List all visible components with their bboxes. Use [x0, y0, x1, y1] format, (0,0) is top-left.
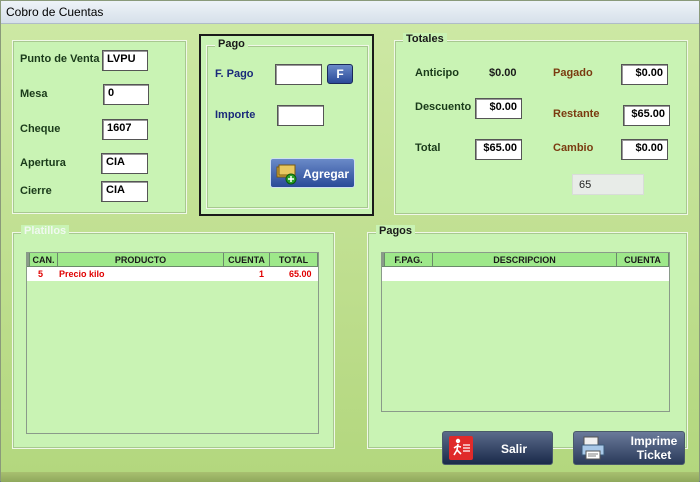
descuento-field[interactable]: $0.00: [475, 98, 522, 119]
table-row[interactable]: 5 Precio kilo 1 65.00: [27, 267, 318, 281]
mesa-field[interactable]: 0: [103, 84, 149, 105]
pagos-grid-empty-area: [382, 281, 669, 411]
restante-label: Restante: [553, 108, 600, 120]
platillos-grid: CAN. PRODUCTO CUENTA TOTAL 5 Precio kilo…: [26, 252, 319, 434]
importe-label: Importe: [215, 109, 256, 121]
imprime-ticket-button[interactable]: Imprime Ticket: [573, 431, 685, 465]
salir-button[interactable]: Salir: [442, 431, 553, 465]
agregar-label: Agregar: [303, 167, 350, 181]
extra-total-display: 65: [572, 174, 644, 195]
col-cuenta[interactable]: CUENTA: [617, 253, 669, 267]
col-fpag[interactable]: F.PAG.: [385, 253, 433, 267]
pagado-label: Pagado: [553, 67, 593, 79]
pago-title: Pago: [215, 38, 248, 50]
info-panel: Punto de Venta LVPU Mesa 0 Cheque 1607 A…: [12, 40, 187, 214]
pagos-panel: Pagos F.PAG. DESCRIPCION CUENTA: [367, 225, 688, 449]
title-bar[interactable]: Cobro de Cuentas: [1, 1, 699, 24]
col-total[interactable]: TOTAL: [270, 253, 318, 267]
printer-icon: [580, 435, 606, 464]
row-total: 65.00: [289, 269, 312, 279]
f-pago-button[interactable]: F: [327, 64, 353, 84]
row-producto: Precio kilo: [59, 269, 105, 279]
col-can[interactable]: CAN.: [30, 253, 58, 267]
cambio-field[interactable]: $0.00: [621, 139, 668, 160]
col-cuenta[interactable]: CUENTA: [224, 253, 270, 267]
f-pago-label: F. Pago: [215, 68, 254, 80]
pagos-empty-row[interactable]: [382, 267, 669, 281]
totales-title: Totales: [403, 33, 447, 45]
pagos-grid: F.PAG. DESCRIPCION CUENTA: [381, 252, 670, 412]
punto-venta-label: Punto de Venta: [20, 53, 100, 65]
pagado-field[interactable]: $0.00: [621, 64, 668, 85]
platillos-grid-empty-area: [27, 281, 318, 433]
cambio-label: Cambio: [553, 142, 594, 154]
col-producto[interactable]: PRODUCTO: [58, 253, 224, 267]
row-cuenta: 1: [259, 269, 265, 279]
totales-panel: Totales Anticipo $0.00 Descuento $0.00 T…: [394, 33, 688, 215]
cheque-label: Cheque: [20, 123, 61, 135]
window-title: Cobro de Cuentas: [6, 5, 104, 19]
f-pago-field[interactable]: [275, 64, 322, 85]
pagos-title: Pagos: [376, 225, 416, 237]
restante-field[interactable]: $65.00: [623, 105, 670, 126]
total-field[interactable]: $65.00: [475, 139, 522, 160]
total-label: Total: [415, 142, 441, 154]
money-add-icon: [276, 164, 297, 185]
col-descripcion[interactable]: DESCRIPCION: [433, 253, 617, 267]
exit-icon: [449, 436, 473, 460]
cierre-label: Cierre: [20, 185, 52, 197]
cierre-field[interactable]: CIA: [101, 181, 148, 202]
cobro-window: Cobro de Cuentas Punto de Venta LVPU Mes…: [0, 0, 700, 482]
client-area: Punto de Venta LVPU Mesa 0 Cheque 1607 A…: [1, 24, 699, 473]
punto-venta-field[interactable]: LVPU: [102, 50, 148, 71]
cheque-field[interactable]: 1607: [102, 119, 148, 140]
apertura-field[interactable]: CIA: [101, 153, 148, 174]
row-can: 5: [38, 269, 44, 279]
mesa-label: Mesa: [20, 88, 48, 100]
importe-field[interactable]: [277, 105, 324, 126]
anticipo-value: $0.00: [489, 67, 517, 79]
platillos-title: Platillos: [21, 225, 70, 237]
pago-panel-outer: Pago F. Pago F Importe Agregar: [199, 34, 374, 216]
f-icon: F: [336, 67, 344, 81]
salir-label: Salir: [501, 442, 528, 456]
platillos-panel: Platillos CAN. PRODUCTO CUENTA TOTAL 5 P…: [12, 225, 335, 449]
agregar-button[interactable]: Agregar: [270, 158, 355, 188]
descuento-label: Descuento: [415, 101, 472, 113]
apertura-label: Apertura: [20, 157, 66, 169]
pago-panel: Pago F. Pago F Importe Agregar: [206, 38, 369, 209]
imprime-label: Imprime Ticket: [630, 434, 678, 462]
anticipo-label: Anticipo: [415, 67, 459, 79]
